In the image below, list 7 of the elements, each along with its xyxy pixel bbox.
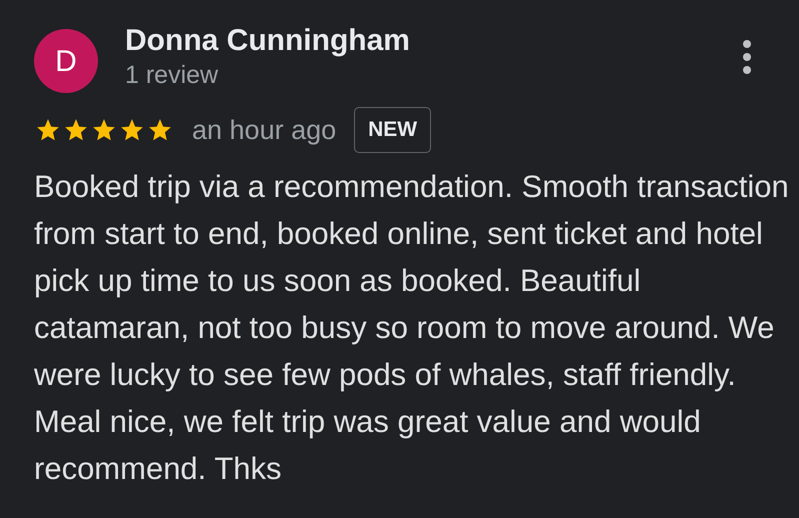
review-count: 1 review — [125, 60, 220, 90]
reviewer-name[interactable]: Donna Cunningham — [125, 24, 410, 58]
more-options-icon[interactable] — [743, 40, 751, 74]
review-time: an hour ago — [192, 114, 336, 147]
review-text: Booked trip via a recommendation. Smooth transaction from start to end, booked online, sent ticket and hotel pick up time to us soon as booked. Beautiful catamaran, not too busy so room to move around. We were lucky to see few pods of whales, staff friendly. Meal nice, we felt trip was great value and would recommend. Thks — [34, 168, 789, 488]
avatar: D — [34, 29, 98, 93]
new-badge: NEW — [354, 107, 432, 152]
